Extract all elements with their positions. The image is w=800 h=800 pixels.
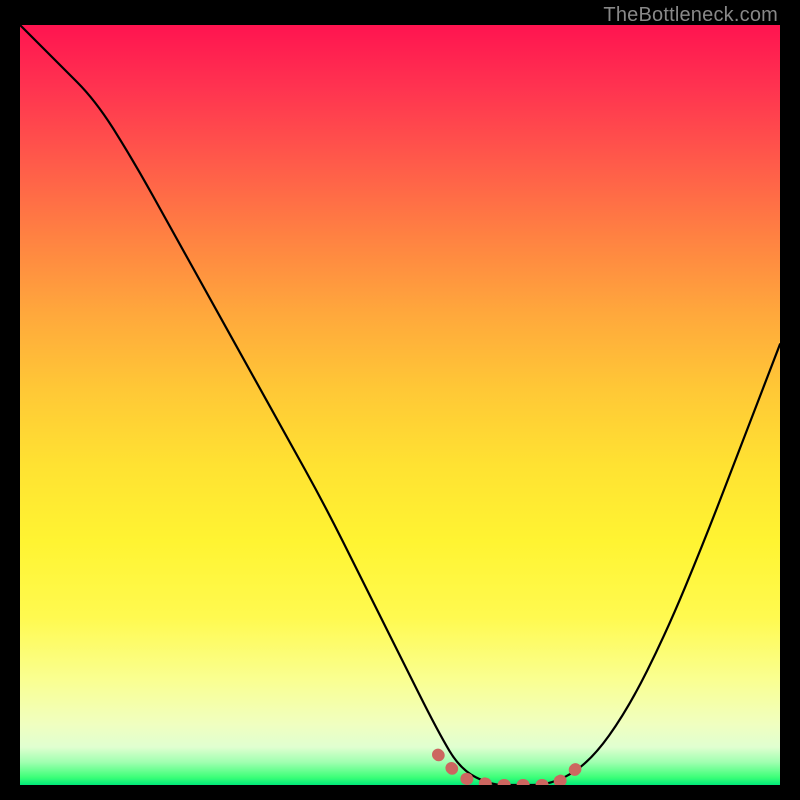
curve-svg [20,25,780,785]
plot-area [20,25,780,785]
floor-marker-line [438,755,582,785]
chart-container: TheBottleneck.com [0,0,800,800]
attribution-text: TheBottleneck.com [603,4,778,27]
main-curve-line [20,25,780,785]
